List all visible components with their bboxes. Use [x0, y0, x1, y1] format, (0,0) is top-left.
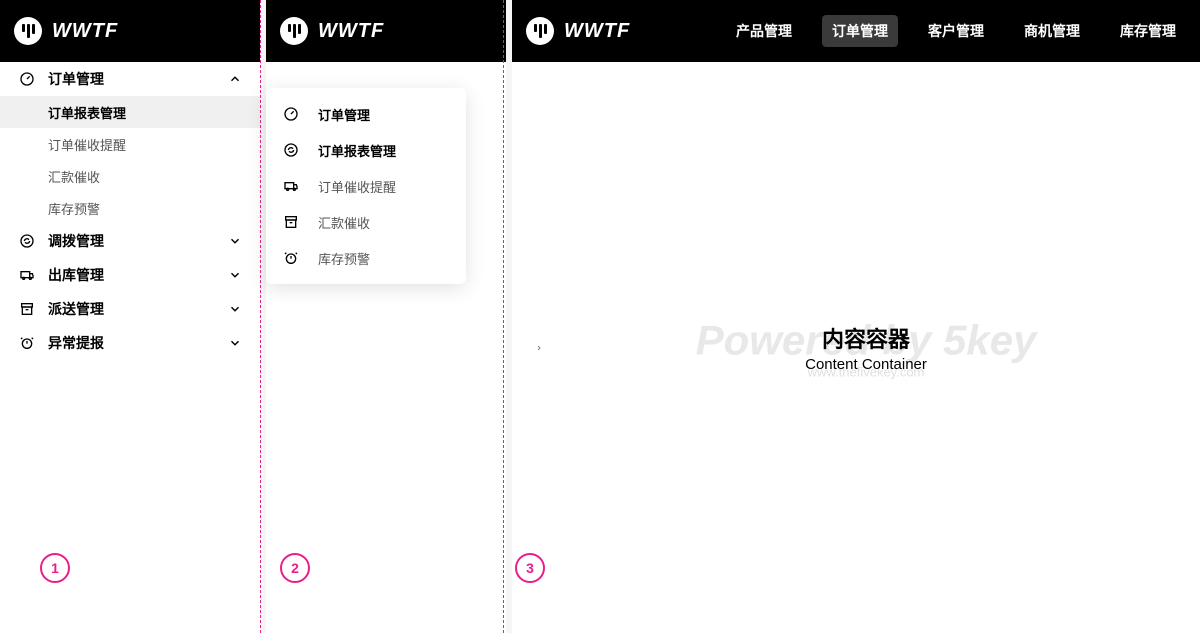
content-title: 内容容器	[822, 322, 910, 354]
layout-variant-2: WWTF 订单管理 订单报表管理 订单催收提醒 汇款催收 库存预警	[266, 0, 506, 633]
refresh-icon	[18, 232, 36, 250]
refresh-icon	[282, 141, 300, 159]
brand-name: WWTF	[564, 20, 630, 43]
logo-icon	[280, 17, 308, 45]
annotation-badge-1: 1	[40, 553, 70, 583]
layout-variant-1: WWTF 订单管理 订单报表管理 订单催收提醒 汇款催收 库存预警 调拨管理 出…	[0, 0, 260, 633]
sidebar-group-transfer[interactable]: 调拨管理	[0, 224, 260, 258]
logo-icon	[526, 17, 554, 45]
flyout-item-reminder[interactable]: 订单催收提醒	[266, 168, 466, 204]
gauge-icon	[18, 70, 36, 88]
archive-icon	[18, 300, 36, 318]
content-subtitle: Content Container	[805, 356, 927, 373]
header-bar: WWTF	[266, 0, 506, 62]
flyout-item-remit[interactable]: 汇款催收	[266, 204, 466, 240]
annotation-badge-3: 3	[515, 553, 545, 583]
content-container: Powered by 5key www.thefivekey.com 内容容器 …	[532, 62, 1200, 633]
sidebar-sub-remit[interactable]: 汇款催收	[0, 160, 260, 192]
truck-icon	[18, 266, 36, 284]
sidebar-group-orders[interactable]: 订单管理	[0, 62, 260, 96]
sidebar-sub-report[interactable]: 订单报表管理	[0, 96, 260, 128]
archive-icon	[282, 213, 300, 231]
brand-name: WWTF	[52, 20, 118, 43]
flyout-item-report[interactable]: 订单报表管理	[266, 132, 466, 168]
sidebar-group-label: 订单管理	[48, 69, 104, 89]
topnav-business[interactable]: 商机管理	[1014, 15, 1090, 47]
topnav-orders[interactable]: 订单管理	[822, 15, 898, 47]
truck-icon	[282, 177, 300, 195]
sidebar-group-exception[interactable]: 异常提报	[0, 326, 260, 360]
sidebar-group-delivery[interactable]: 派送管理	[0, 292, 260, 326]
topnav-product[interactable]: 产品管理	[726, 15, 802, 47]
chevron-down-icon	[228, 336, 242, 350]
annotation-badge-2: 2	[280, 553, 310, 583]
gauge-icon	[282, 105, 300, 123]
chevron-down-icon	[228, 302, 242, 316]
sidebar-group-outbound[interactable]: 出库管理	[0, 258, 260, 292]
flyout-item-stock[interactable]: 库存预警	[266, 240, 466, 276]
sidebar: 订单管理 订单报表管理 订单催收提醒 汇款催收 库存预警 调拨管理 出库管理 派…	[0, 62, 260, 360]
layout-variant-3: WWTF 产品管理 订单管理 客户管理 商机管理 库存管理 Powered by…	[512, 0, 1200, 633]
sidebar-sub-stock[interactable]: 库存预警	[0, 192, 260, 224]
alarm-icon	[282, 249, 300, 267]
chevron-down-icon	[228, 234, 242, 248]
expand-sidebar-handle[interactable]	[532, 328, 546, 368]
header-bar: WWTF	[0, 0, 260, 62]
annotation-divider	[503, 0, 504, 633]
chevron-up-icon	[228, 72, 242, 86]
logo-icon	[14, 17, 42, 45]
flyout-menu: 订单管理 订单报表管理 订单催收提醒 汇款催收 库存预警	[266, 88, 466, 284]
annotation-divider	[260, 0, 261, 633]
topnav-inventory[interactable]: 库存管理	[1110, 15, 1186, 47]
flyout-header[interactable]: 订单管理	[266, 96, 466, 132]
topnav-customer[interactable]: 客户管理	[918, 15, 994, 47]
brand-name: WWTF	[318, 20, 384, 43]
alarm-icon	[18, 334, 36, 352]
sidebar-sub-reminder[interactable]: 订单催收提醒	[0, 128, 260, 160]
header-bar: WWTF 产品管理 订单管理 客户管理 商机管理 库存管理	[512, 0, 1200, 62]
top-nav: 产品管理 订单管理 客户管理 商机管理 库存管理	[726, 15, 1186, 47]
chevron-down-icon	[228, 268, 242, 282]
